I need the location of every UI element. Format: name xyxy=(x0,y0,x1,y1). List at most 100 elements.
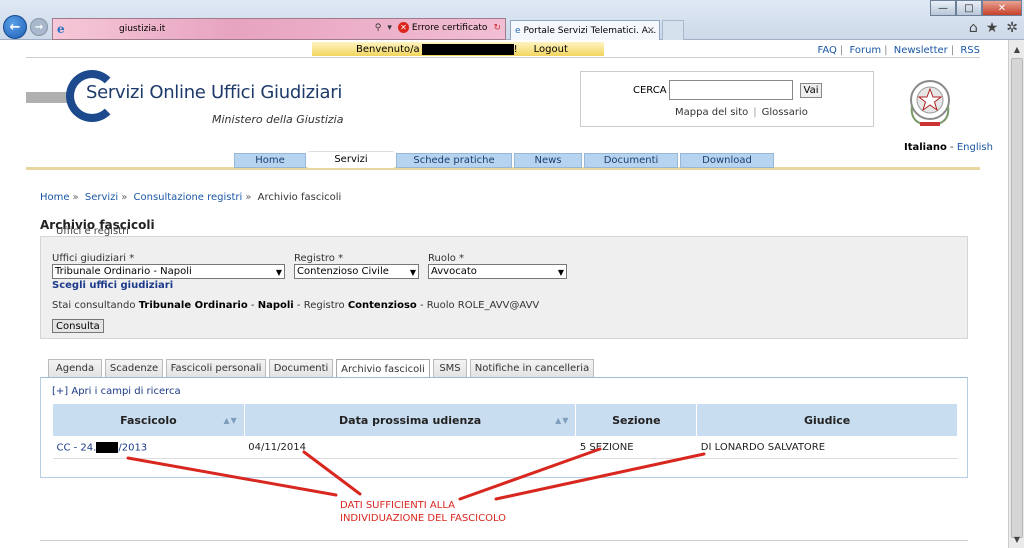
cell-giudice: DI LONARDO SALVATORE xyxy=(696,436,958,459)
menu-download[interactable]: Download xyxy=(680,153,774,168)
uffici-select[interactable]: Tribunale Ordinario - Napoli ▼ xyxy=(52,264,285,279)
lang-english[interactable]: English xyxy=(957,142,993,153)
table-header-row: Fascicolo ▲▼ Data prossima udienza ▲▼ Se… xyxy=(52,403,958,437)
new-tab-button[interactable] xyxy=(662,20,684,40)
menu-documenti[interactable]: Documenti xyxy=(584,153,678,168)
site-logo-title[interactable]: Servizi Online Uffici Giudiziari xyxy=(86,82,342,103)
info-ruolo: - Ruolo ROLE_AVV@AVV xyxy=(419,300,540,311)
lang-italiano[interactable]: Italiano xyxy=(904,142,947,153)
browser-tab-active[interactable]: e Portale Servizi Telematici. A... × xyxy=(510,20,660,40)
dropdown-icon[interactable]: ▾ xyxy=(387,23,392,33)
col-sezione: Sezione xyxy=(575,403,698,437)
ruolo-select[interactable]: Avvocato ▼ xyxy=(428,264,567,279)
tab-sms[interactable]: SMS xyxy=(433,359,467,377)
tab-notifiche-cancelleria[interactable]: Notifiche in cancelleria xyxy=(470,359,594,377)
newsletter-link[interactable]: Newsletter xyxy=(894,45,948,56)
back-arrow-icon[interactable]: ← xyxy=(3,15,27,39)
col-data-udienza[interactable]: Data prossima udienza ▲▼ xyxy=(243,403,577,437)
tab-documenti[interactable]: Documenti xyxy=(269,359,333,377)
header-divider xyxy=(26,57,980,58)
breadcrumb: Home» Servizi» Consultazione registri» A… xyxy=(40,192,342,203)
tab-close-icon[interactable]: × xyxy=(647,25,655,36)
col-fascicolo[interactable]: Fascicolo ▲▼ xyxy=(52,403,245,437)
info-sep: - xyxy=(250,300,255,311)
breadcrumb-consultazione[interactable]: Consultazione registri xyxy=(134,192,243,203)
close-window-button[interactable]: ✕ xyxy=(982,0,1022,16)
glossary-link[interactable]: Glossario xyxy=(762,107,808,118)
tab-archivio-fascicoli[interactable]: Archivio fascicoli xyxy=(336,359,430,378)
col-giudice: Giudice xyxy=(696,403,958,437)
info-office: Tribunale Ordinario xyxy=(138,300,248,311)
browser-chrome: — □ ✕ ← → e giustizia.it ⚲ ▾ ✕ Errore ce… xyxy=(0,0,1024,40)
redacted-number xyxy=(96,441,119,453)
table-row[interactable]: CC - 24. /2013 04/11/2014 5 SEZIONE DI LO… xyxy=(52,436,958,459)
results-table: Fascicolo ▲▼ Data prossima udienza ▲▼ Se… xyxy=(52,403,958,459)
forward-arrow-icon[interactable]: → xyxy=(30,18,48,36)
republic-emblem-icon xyxy=(910,80,950,126)
info-registro: Contenzioso xyxy=(347,300,417,311)
cell-data-udienza: 04/11/2014 xyxy=(244,436,576,459)
choose-offices-link[interactable]: Scegli uffici giudiziari xyxy=(52,280,173,291)
search-input[interactable] xyxy=(669,80,793,100)
vertical-scrollbar[interactable]: ▲ ▼ xyxy=(1008,40,1024,548)
tab-favicon-icon: e xyxy=(515,25,521,36)
main-menu: Home Servizi Schede pratiche News Docume… xyxy=(234,151,774,168)
tab-title: Portale Servizi Telematici. A... xyxy=(523,25,657,36)
info-registro-label: - Registro xyxy=(296,300,345,311)
sitemap-link[interactable]: Mappa del sito xyxy=(675,107,748,118)
chevron-down-icon: ▼ xyxy=(557,268,564,277)
cell-sezione: 5 SEZIONE xyxy=(575,436,697,459)
welcome-bar: Benvenuto/a ! Logout xyxy=(312,42,604,56)
scroll-thumb[interactable] xyxy=(1011,58,1023,538)
rss-link[interactable]: RSS xyxy=(960,45,980,56)
menu-home[interactable]: Home xyxy=(234,153,306,168)
forum-link[interactable]: Forum xyxy=(849,45,881,56)
fascicolo-prefix: CC - 24. xyxy=(56,442,97,454)
info-city: Napoli xyxy=(257,300,294,311)
fascicolo-suffix: /2013 xyxy=(118,442,148,454)
cell-fascicolo[interactable]: CC - 24. /2013 xyxy=(52,436,245,459)
menu-schede-pratiche[interactable]: Schede pratiche xyxy=(396,153,512,168)
address-bar[interactable]: e giustizia.it ⚲ ▾ ✕ Errore certificato … xyxy=(52,18,506,40)
search-icon[interactable]: ⚲ xyxy=(375,23,382,33)
ie-logo-icon: e xyxy=(57,22,65,36)
results-panel: [+] Apri i campi di ricerca Fascicolo ▲▼… xyxy=(40,377,968,478)
col-giudice-label: Giudice xyxy=(804,413,851,427)
breadcrumb-home[interactable]: Home xyxy=(40,192,70,203)
sort-arrows-icon[interactable]: ▲▼ xyxy=(223,416,237,425)
menu-news[interactable]: News xyxy=(514,153,582,168)
refresh-icon[interactable]: ↻ xyxy=(493,23,501,33)
ruolo-label: Ruolo * xyxy=(428,253,465,264)
search-button[interactable]: Vai xyxy=(800,83,822,98)
welcome-label: Benvenuto/a xyxy=(356,43,420,55)
certificate-error[interactable]: ✕ Errore certificato xyxy=(397,22,488,33)
favorites-star-icon[interactable]: ★ xyxy=(986,20,999,36)
breadcrumb-servizi[interactable]: Servizi xyxy=(85,192,118,203)
section-tabs: Agenda Scadenze Fascicoli personali Docu… xyxy=(48,359,594,378)
search-panel: CERCA Vai Mappa del sito | Glossario xyxy=(580,71,874,127)
tab-fascicoli-personali[interactable]: Fascicoli personali xyxy=(166,359,266,377)
maximize-button[interactable]: □ xyxy=(956,0,982,16)
language-switch: Italiano - English xyxy=(904,142,993,153)
consulting-info: Stai consultando Tribunale Ordinario - N… xyxy=(52,300,539,311)
home-icon[interactable]: ⌂ xyxy=(969,20,978,36)
tab-scadenze[interactable]: Scadenze xyxy=(105,359,163,377)
faq-link[interactable]: FAQ xyxy=(818,45,837,56)
ruolo-value: Avvocato xyxy=(431,266,477,277)
error-icon: ✕ xyxy=(397,22,409,33)
open-search-fields-link[interactable]: [+] Apri i campi di ricerca xyxy=(52,386,181,397)
address-tools: ⚲ ▾ ✕ Errore certificato ↻ xyxy=(375,22,501,33)
certificate-error-label: Errore certificato xyxy=(411,22,488,33)
tab-agenda[interactable]: Agenda xyxy=(48,359,102,377)
window-controls: — □ ✕ xyxy=(930,0,1022,16)
logout-link[interactable]: Logout xyxy=(534,44,568,55)
minimize-button[interactable]: — xyxy=(930,0,956,16)
registro-select[interactable]: Contenzioso Civile ▼ xyxy=(294,264,419,279)
scroll-down-icon[interactable]: ▼ xyxy=(1010,532,1024,546)
uffici-label: Uffici giudiziari * xyxy=(52,253,135,264)
settings-gear-icon[interactable]: ✲ xyxy=(1006,20,1018,36)
scroll-up-icon[interactable]: ▲ xyxy=(1010,42,1024,56)
sort-arrows-icon[interactable]: ▲▼ xyxy=(555,416,569,425)
consulta-button[interactable]: Consulta xyxy=(52,319,104,333)
menu-servizi[interactable]: Servizi xyxy=(308,151,394,168)
